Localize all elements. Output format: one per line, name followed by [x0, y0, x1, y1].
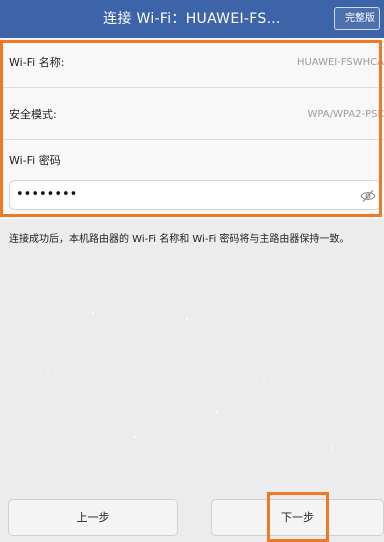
background-sparkle — [134, 436, 136, 438]
full-version-button[interactable]: 完整版 — [334, 7, 380, 30]
next-step-button[interactable]: 下一步 — [211, 499, 384, 536]
ssid-row: Wi-Fi 名称: HUAWEI-FSWHCA — [0, 38, 384, 88]
page-title: 连接 Wi-Fi：HUAWEI-FS… — [103, 11, 281, 27]
ssid-label: Wi-Fi 名称: — [9, 56, 65, 69]
security-row: 安全模式: WPA/WPA2-PSK — [0, 90, 384, 140]
background-sparkle — [331, 447, 333, 449]
password-field[interactable]: •••••••• — [9, 180, 381, 210]
background-sparkle — [186, 318, 188, 320]
ssid-value: HUAWEI-FSWHCA — [296, 57, 384, 68]
background-sparkle — [92, 312, 94, 314]
password-label: Wi-Fi 密码 — [9, 154, 61, 167]
wifi-settings-form: Wi-Fi 名称: HUAWEI-FSWHCA 安全模式: WPA/WPA2-P… — [0, 38, 384, 219]
background-sparkle — [216, 411, 218, 413]
header-bar: 连接 Wi-Fi：HUAWEI-FS… 完整版 — [0, 0, 384, 38]
password-value: •••••••• — [16, 187, 78, 202]
background-sparkle — [263, 380, 265, 382]
security-label: 安全模式: — [9, 108, 57, 121]
eye-hidden-icon[interactable] — [360, 188, 376, 202]
security-value: WPA/WPA2-PSK — [307, 109, 384, 120]
background-sparkle — [47, 372, 49, 374]
prev-step-button[interactable]: 上一步 — [8, 499, 178, 536]
sync-note: 连接成功后，本机路由器的 Wi-Fi 名称和 Wi-Fi 密码将与主路由器保持一… — [9, 234, 350, 245]
